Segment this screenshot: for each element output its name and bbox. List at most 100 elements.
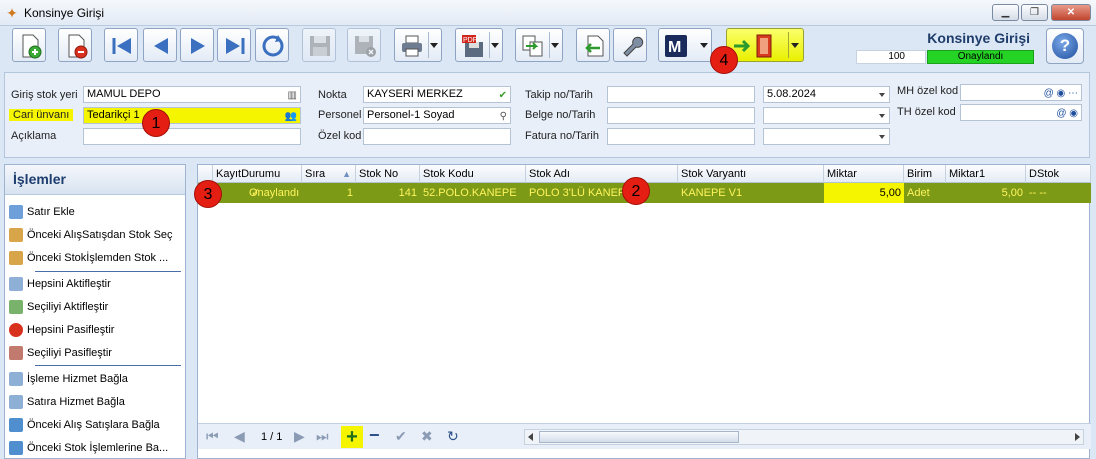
help-icon: ?	[1052, 33, 1078, 59]
save-button[interactable]	[302, 28, 336, 62]
col-stok-adi[interactable]: Stok Adı	[526, 165, 678, 183]
delete-record-button[interactable]	[58, 28, 92, 62]
cari-unvani-field[interactable]: Tedarikçi 1 👥	[83, 107, 301, 124]
m-menu-button[interactable]: M	[658, 28, 712, 62]
col-stok-varyanti[interactable]: Stok Varyantı	[678, 165, 824, 183]
sidebar-item-onceki-alis-satislara-bagla[interactable]: Önceki Alış Satışlara Bağla	[9, 416, 185, 434]
cari-unvani-value: Tedarikçi 1	[87, 109, 140, 121]
minimize-button[interactable]: ▁	[992, 4, 1019, 21]
takip-label: Takip no/Tarih	[525, 89, 593, 101]
deactivate-selected-icon	[9, 346, 23, 361]
list-icon	[9, 228, 23, 243]
form-title: Konsinye Girişi	[927, 30, 1030, 46]
sidebar-item-satir-ekle[interactable]: Satır Ekle	[9, 203, 185, 221]
col-stok-no[interactable]: Stok No	[356, 165, 420, 183]
col-birim[interactable]: Birim	[904, 165, 946, 183]
col-sira[interactable]: Sıra ▲	[302, 165, 356, 183]
horizontal-scrollbar[interactable]	[524, 429, 1084, 445]
cell-stok-kodu: 52.POLO.KANEPE	[423, 187, 517, 199]
giris-stok-yeri-field[interactable]: MAMUL DEPO ▥	[83, 86, 301, 103]
cancel-save-button[interactable]	[347, 28, 381, 62]
import-button[interactable]	[576, 28, 610, 62]
sidebar-item-onceki-stok-islem[interactable]: Önceki Stokİşlemden Stok ...	[9, 249, 185, 267]
belge-tarih-field[interactable]	[763, 107, 890, 124]
chevron-down-icon	[491, 43, 499, 48]
sidebar-item-seciliyi-pasiflestir[interactable]: Seçiliyi Pasifleştir	[9, 344, 185, 362]
scrollbar-thumb[interactable]	[539, 431, 739, 443]
previous-page-icon[interactable]: ◀	[234, 428, 245, 445]
cell-birim: Adet	[907, 187, 930, 199]
col-kayit-durumu[interactable]: KayıtDurumu	[213, 165, 302, 183]
transfer-button[interactable]	[515, 28, 563, 62]
new-record-button[interactable]	[12, 28, 46, 62]
sidebar-item-hepsini-pasiflestir[interactable]: Hepsini Pasifleştir	[9, 321, 185, 339]
restore-button[interactable]: ❐	[1021, 4, 1048, 21]
nokta-field[interactable]: KAYSERİ MERKEZ ✔	[363, 86, 511, 103]
sidebar-item-satira-hizmet-bagla[interactable]: Satıra Hizmet Bağla	[9, 393, 185, 411]
sidebar-item-onceki-alis-satis[interactable]: Önceki AlışSatışdan Stok Seç	[9, 226, 185, 244]
last-icon	[226, 38, 245, 54]
col-miktar1[interactable]: Miktar1	[946, 165, 1026, 183]
ozel-kod-field[interactable]	[363, 128, 511, 145]
previous-record-button[interactable]	[143, 28, 177, 62]
cancel-icon[interactable]: ✖	[421, 428, 433, 445]
users-icon: 👥	[284, 111, 297, 122]
last-page-icon[interactable]: ⏭	[316, 428, 329, 445]
cell-stok-adi: POLO 3'LÜ KANEPE	[529, 187, 633, 199]
save-icon	[310, 36, 330, 56]
first-record-button[interactable]	[104, 28, 138, 62]
col-stok-kodu[interactable]: Stok Kodu	[420, 165, 526, 183]
next-page-icon[interactable]: ▶	[294, 428, 305, 445]
annotation-badge-2: 2	[622, 177, 650, 205]
pdf-export-button[interactable]: PDF	[455, 28, 503, 62]
cell-miktar[interactable]: 5,00	[824, 183, 904, 203]
settings-button[interactable]	[613, 28, 647, 62]
mh-ozel-kod-field[interactable]: @ ◉ ⋯	[960, 84, 1082, 101]
new-document-icon	[22, 34, 42, 59]
refresh-icon[interactable]: ↻	[447, 428, 459, 445]
help-button[interactable]: ?	[1046, 28, 1084, 64]
m-logo-icon: M	[665, 35, 687, 57]
last-record-button[interactable]	[217, 28, 251, 62]
add-row-icon	[9, 205, 23, 220]
activate-all-icon	[9, 277, 23, 292]
annotation-badge-3: 3	[194, 180, 222, 208]
svg-text:M: M	[668, 39, 681, 56]
mh-ozel-kod-label: MH özel kod	[897, 85, 959, 97]
nokta-label: Nokta	[318, 89, 347, 101]
confirm-icon[interactable]: ✔	[395, 428, 407, 445]
print-button[interactable]	[394, 28, 442, 62]
wrench-icon	[623, 36, 644, 57]
cancel-save-icon	[355, 36, 376, 57]
sidebar-item-onceki-stok-islemlerine-bagla[interactable]: Önceki Stok İşlemlerine Ba...	[9, 439, 185, 457]
link-service-icon	[9, 372, 23, 387]
add-row-icon[interactable]: +	[341, 426, 363, 448]
annotation-badge-4: 4	[710, 46, 738, 74]
scroll-right-icon[interactable]	[1075, 433, 1080, 441]
fatura-tarih-field[interactable]	[763, 128, 890, 145]
takip-tarih-field[interactable]: 5.08.2024	[763, 86, 890, 103]
scroll-left-icon[interactable]	[528, 433, 533, 441]
personel-field[interactable]: Personel-1 Soyad ⚲	[363, 107, 511, 124]
takip-no-field[interactable]	[607, 86, 755, 103]
belge-no-field[interactable]	[607, 107, 755, 124]
next-record-button[interactable]	[180, 28, 214, 62]
remove-row-icon[interactable]: −	[369, 425, 380, 446]
sidebar-item-isleme-hizmet-bagla[interactable]: İşleme Hizmet Bağla	[9, 370, 185, 388]
delete-document-icon	[68, 34, 88, 59]
close-button[interactable]: ✕	[1051, 4, 1091, 21]
first-icon	[112, 38, 131, 54]
sidebar-item-seciliyi-aktiflestir[interactable]: Seçiliyi Aktifleştir	[9, 298, 185, 316]
col-miktar[interactable]: Miktar	[824, 165, 904, 183]
giris-stok-yeri-value: MAMUL DEPO	[87, 88, 161, 100]
first-page-icon[interactable]: ⏮	[206, 428, 219, 445]
aciklama-field[interactable]	[83, 128, 301, 145]
refresh-button[interactable]	[255, 28, 289, 62]
th-ozel-kod-field[interactable]: @ ◉	[960, 104, 1082, 121]
fatura-label: Fatura no/Tarih	[525, 130, 599, 142]
sidebar-item-hepsini-aktiflestir[interactable]: Hepsini Aktifleştir	[9, 275, 185, 293]
col-dstok[interactable]: DStok	[1026, 165, 1091, 183]
check-icon: ✓	[251, 187, 261, 199]
fatura-no-field[interactable]	[607, 128, 755, 145]
aciklama-label: Açıklama	[11, 130, 57, 142]
